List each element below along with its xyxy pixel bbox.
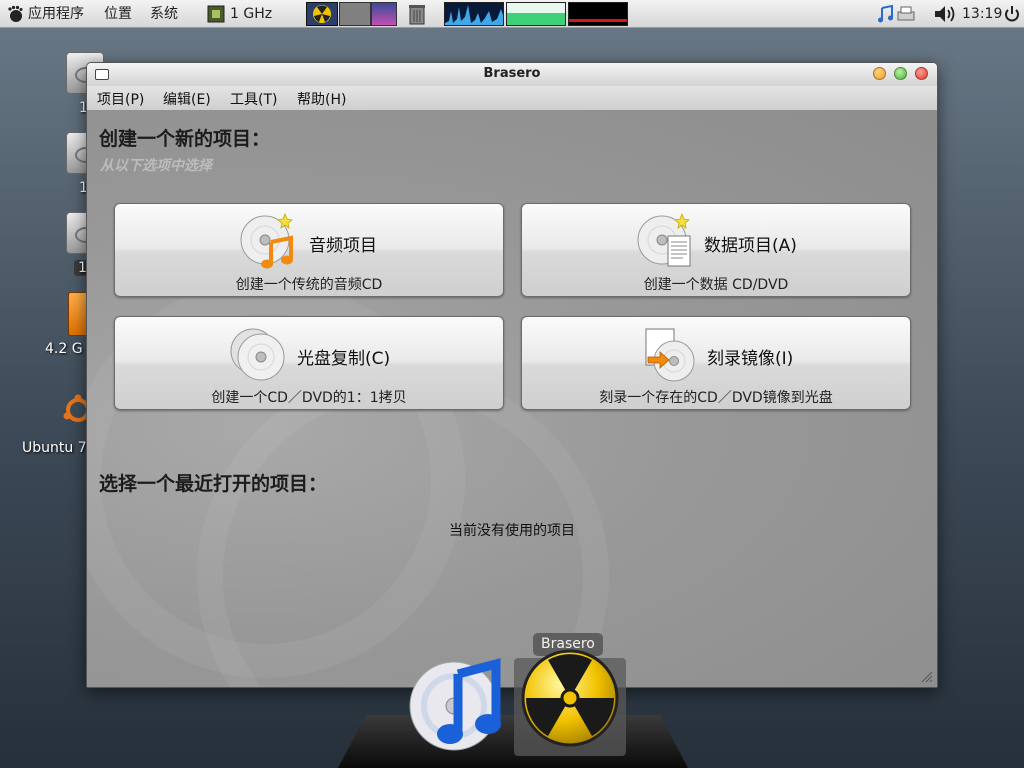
menu-edit[interactable]: 编辑(E) [163, 89, 211, 109]
window-titlebar[interactable]: Brasero [87, 63, 937, 87]
menu-applications[interactable]: 应用程序 [28, 0, 84, 28]
trash-icon[interactable] [404, 2, 430, 26]
audio-project-button[interactable]: 音频项目 创建一个传统的音频CD [114, 203, 504, 297]
itunes-icon[interactable] [406, 656, 506, 752]
cpu-frequency: 1 GHz [230, 6, 273, 22]
menu-places[interactable]: 位置 [104, 0, 132, 28]
workspace-1[interactable] [339, 2, 371, 26]
volume-icon[interactable] [932, 2, 958, 26]
new-project-subheading: 从以下选项中选择 [100, 158, 212, 174]
radiation-icon [313, 5, 331, 23]
data-project-title: 数据项目(A) [704, 236, 797, 256]
window-content: 创建一个新的项目： 从以下选项中选择 音频项目 创建一个传统的音频CD 数据项目… [87, 110, 937, 687]
shutdown-icon[interactable] [1002, 2, 1022, 26]
brasero-window: Brasero 项目(P) 编辑(E) 工具(T) 帮助(H) 创建一个新的项目… [86, 62, 938, 688]
menu-help[interactable]: 帮助(H) [297, 89, 346, 109]
data-project-button[interactable]: 数据项目(A) 创建一个数据 CD/DVD [521, 203, 911, 297]
burn-image-icon [645, 328, 695, 382]
audio-cd-icon [240, 212, 293, 269]
close-button[interactable] [915, 67, 928, 80]
disc-copy-description: 创建一个CD／DVD的1：1拷贝 [211, 390, 407, 406]
brasero-launcher[interactable] [306, 2, 338, 26]
network-monitor-graph[interactable] [568, 2, 628, 26]
cpu-chip-icon[interactable] [204, 2, 228, 26]
cpu-graph [445, 5, 503, 25]
data-disc-icon [637, 212, 691, 267]
maximize-button[interactable] [894, 67, 907, 80]
disc-copy-button[interactable]: 光盘复制(C) 创建一个CD／DVD的1：1拷贝 [114, 316, 504, 410]
top-panel: 应用程序 位置 系统 1 GHz 13:19 [0, 0, 1024, 28]
cpu-monitor-graph[interactable] [444, 2, 504, 26]
printer-icon[interactable] [896, 2, 916, 26]
burn-image-description: 刻录一个存在的CD／DVD镜像到光盘 [599, 390, 833, 406]
burn-image-title: 刻录镜像(I) [707, 349, 794, 369]
desktop-icon-label: Ubuntu 7 [22, 440, 87, 456]
minimize-button[interactable] [873, 67, 886, 80]
memory-monitor-graph[interactable] [506, 2, 566, 26]
disc-copy-title: 光盘复制(C) [297, 349, 391, 369]
brasero-icon[interactable] [520, 648, 620, 748]
audio-project-title: 音频项目 [309, 236, 377, 256]
desktop-icon-label: 4.2 G [45, 341, 83, 357]
dock [338, 715, 688, 768]
audio-project-description: 创建一个传统的音频CD [235, 277, 383, 293]
data-project-description: 创建一个数据 CD/DVD [643, 277, 789, 293]
menu-tools[interactable]: 工具(T) [230, 89, 277, 109]
resize-grip-icon[interactable] [919, 669, 933, 683]
menubar: 项目(P) 编辑(E) 工具(T) 帮助(H) [87, 86, 937, 111]
gnome-foot-icon[interactable] [6, 5, 24, 23]
window-title: Brasero [483, 66, 541, 81]
disc-copy-icon [230, 328, 285, 381]
clock[interactable]: 13:19 [962, 0, 1002, 28]
workspace-2[interactable] [371, 2, 397, 26]
recent-projects-heading: 选择一个最近打开的项目： [99, 473, 328, 495]
menu-system[interactable]: 系统 [150, 0, 178, 28]
new-project-heading: 创建一个新的项目： [99, 128, 271, 150]
burn-image-button[interactable]: 刻录镜像(I) 刻录一个存在的CD／DVD镜像到光盘 [521, 316, 911, 410]
menu-project[interactable]: 项目(P) [97, 89, 144, 109]
music-notes-icon[interactable] [876, 2, 896, 26]
recent-projects-empty-message: 当前没有使用的项目 [449, 523, 575, 539]
